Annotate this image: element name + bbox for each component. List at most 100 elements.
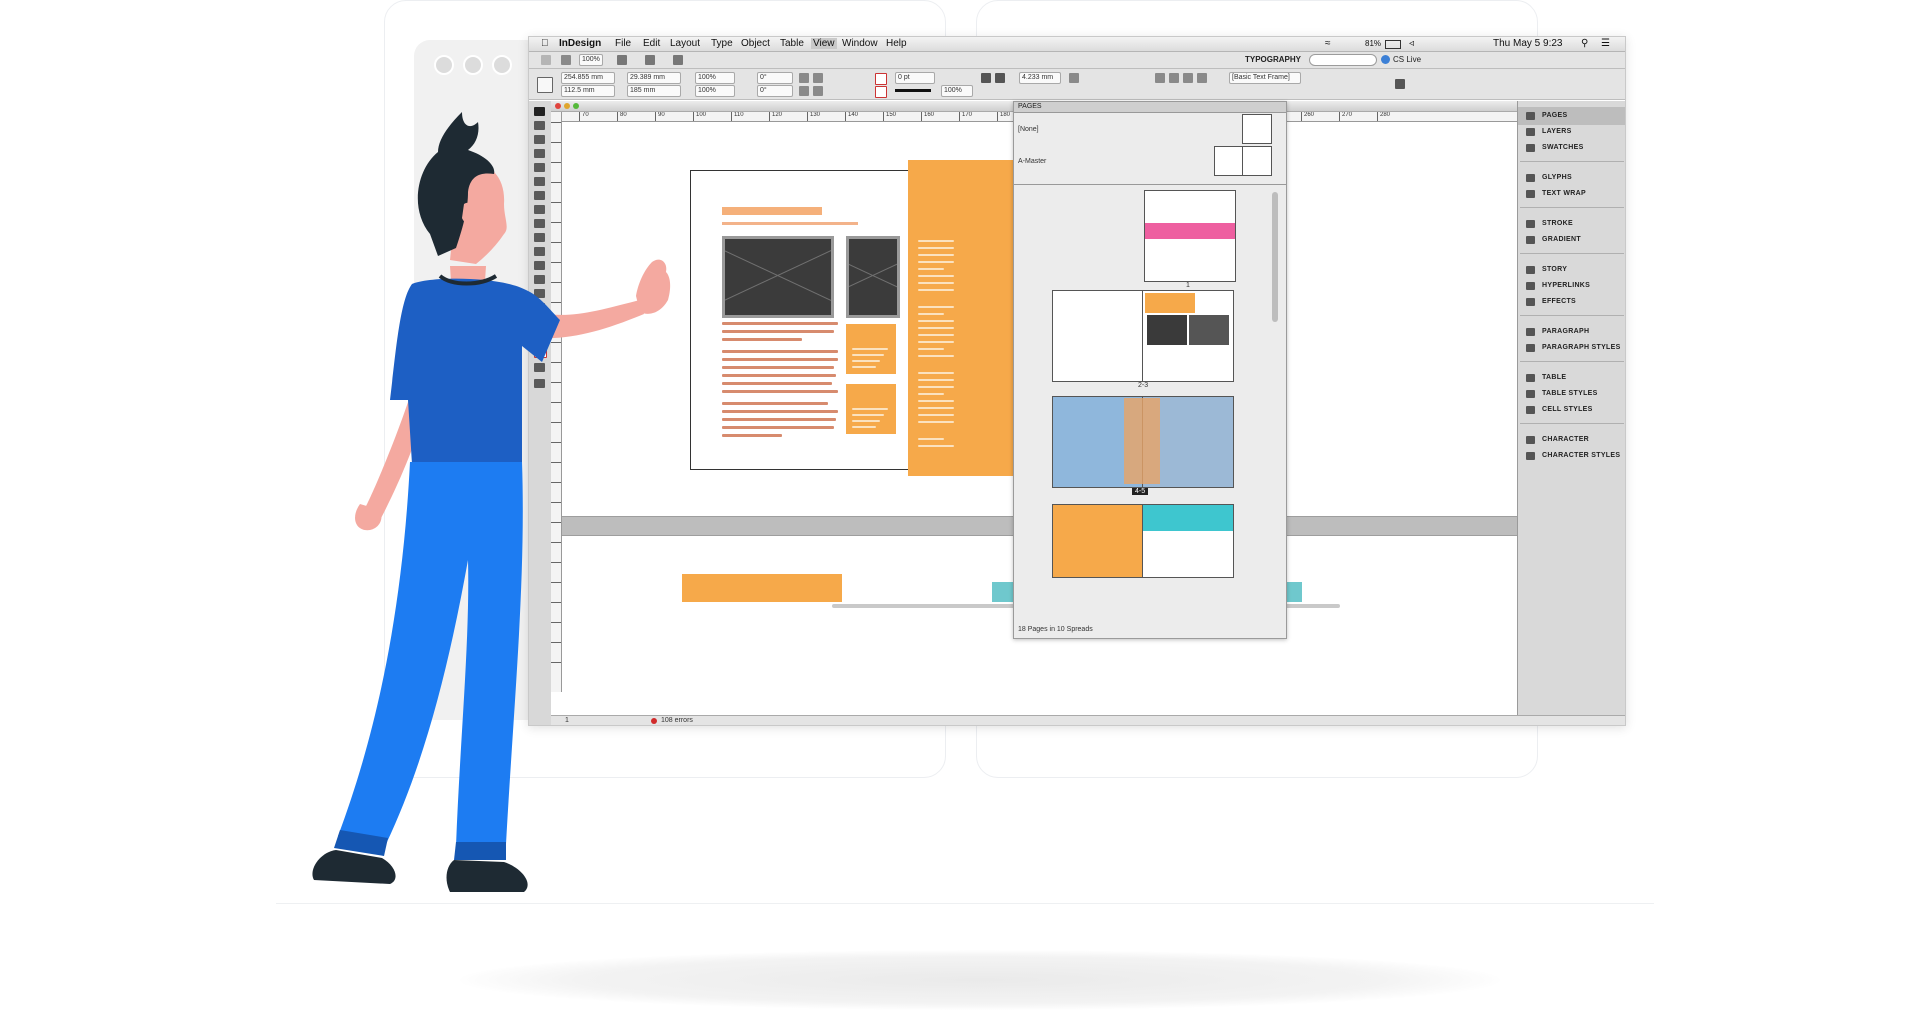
hyperlinks-icon [1526,282,1535,290]
story-icon [1526,266,1535,274]
menu-table[interactable]: Table [780,38,804,49]
dock-item-character-styles[interactable]: CHARACTER STYLES [1518,447,1625,465]
select-content-icon[interactable] [813,86,823,96]
dock-separator [1520,253,1624,254]
stroke-type-preview[interactable] [895,89,931,92]
cs-live-icon[interactable] [1381,55,1390,64]
callout-text-line [852,420,880,422]
quick-apply-icon[interactable] [1395,79,1405,89]
column-text-line [918,289,954,291]
callout-text-line [852,366,876,368]
menu-file[interactable]: File [615,38,631,49]
page-thumb-3[interactable] [1142,290,1234,382]
glyphs-icon [1526,174,1535,182]
spread-label-2-3: 2-3 [1138,382,1149,389]
dock-item-cell-styles[interactable]: CELL STYLES [1518,401,1625,419]
scale-x-field[interactable]: 100% [695,72,735,84]
page-thumb-7[interactable] [1142,504,1234,578]
height-field[interactable]: 185 mm [627,85,681,97]
workspace-switcher[interactable]: TYPOGRAPHY [1245,55,1301,64]
menu-app-name[interactable]: InDesign [559,38,601,49]
shear-angle-field[interactable]: 0° [757,85,793,97]
column-text-line [918,261,954,263]
opacity-field[interactable]: 100% [941,85,973,97]
page-thumb-6[interactable] [1052,504,1144,578]
window-button-zoom[interactable] [492,55,512,75]
spotlight-search-icon[interactable]: ⚲ [1581,38,1588,49]
ruler-tick [845,112,846,121]
menu-object[interactable]: Object [741,38,770,49]
dock-item-effects[interactable]: EFFECTS [1518,293,1625,311]
select-container-icon[interactable] [799,86,809,96]
window-button-minimize[interactable] [463,55,483,75]
align-right-icon[interactable] [1183,73,1193,83]
menu-help[interactable]: Help [886,38,907,49]
y-position-field[interactable]: 112.5 mm [561,85,615,97]
gap-field[interactable]: 4.233 mm [1019,72,1061,84]
rotate-icon[interactable] [799,73,809,83]
ruler-label: 130 [810,112,821,118]
fit-frame-icon[interactable] [995,73,1005,83]
notification-list-icon[interactable]: ☰ [1601,38,1610,49]
menu-edit[interactable]: Edit [643,38,660,49]
cell-styles-icon [1526,406,1535,414]
volume-icon: ◃ [1409,38,1415,49]
minibridge-icon[interactable] [561,55,571,65]
columns-icon[interactable] [1069,73,1079,83]
reference-point-icon[interactable] [537,77,553,93]
dock-item-label: GRADIENT [1542,236,1581,243]
pages-panel-scroll[interactable] [1272,192,1278,322]
stroke-weight-field[interactable]: 0 pt [895,72,935,84]
page-thumb-2[interactable] [1052,290,1144,382]
align-center-icon[interactable] [1169,73,1179,83]
column-text-line [918,282,954,284]
pages-panel-header: PAGES [1014,102,1286,113]
ruler-tick [807,112,808,121]
paragraph-styles-icon [1526,344,1535,352]
none-master-thumb[interactable] [1242,114,1272,144]
menu-type[interactable]: Type [711,38,733,49]
dock-item-paragraph-styles[interactable]: PARAGRAPH STYLES [1518,339,1625,357]
menu-view[interactable]: View [811,38,837,49]
arrange-documents-icon[interactable] [673,55,683,65]
ruler-tick [769,112,770,121]
view-options-icon[interactable] [617,55,627,65]
column-text-line [918,306,954,308]
ruler-tick [921,112,922,121]
search-field[interactable] [1309,54,1377,66]
dock-item-gradient[interactable]: GRADIENT [1518,231,1625,249]
dock-item-text-wrap[interactable]: TEXT WRAP [1518,185,1625,203]
scale-y-field[interactable]: 100% [695,85,735,97]
person-right-cuff [454,842,506,860]
rotation-angle-field[interactable]: 0° [757,72,793,84]
bridge-icon[interactable] [541,55,551,65]
screen-mode-icon[interactable] [645,55,655,65]
fill-swatch-icon[interactable] [875,73,887,85]
align-left-icon[interactable] [1155,73,1165,83]
page-subheading [722,222,858,225]
menu-window[interactable]: Window [842,38,878,49]
pages-panel-divider [1014,184,1286,185]
text-frame-options-icon[interactable] [981,73,991,83]
dock-item-swatches[interactable]: SWATCHES [1518,139,1625,157]
callout-text-line [852,408,888,410]
window-button-close[interactable] [434,55,454,75]
layers-icon [1526,128,1535,136]
menu-layout[interactable]: Layout [670,38,700,49]
zoom-level-select[interactable]: 100% [579,54,603,66]
apple-icon[interactable]:  [541,38,549,49]
object-style-select[interactable]: [Basic Text Frame] [1229,72,1301,84]
a-master-thumb-left[interactable] [1214,146,1244,176]
flip-icon[interactable] [813,73,823,83]
stroke-swatch-icon[interactable] [875,86,887,98]
column-text-line [918,438,944,440]
a-master-thumb-right[interactable] [1242,146,1272,176]
distribute-icon[interactable] [1197,73,1207,83]
cs-live-button[interactable]: CS Live [1393,55,1421,64]
pages-panel: PAGES [None] A-Master 1 2-3 4-5 18 Pages… [1013,101,1287,639]
page-thumb-1[interactable] [1144,190,1236,282]
width-field[interactable]: 29.389 mm [627,72,681,84]
ruler-label: 270 [1342,112,1353,118]
x-position-field[interactable]: 254.855 mm [561,72,615,84]
column-text-line [918,275,954,277]
